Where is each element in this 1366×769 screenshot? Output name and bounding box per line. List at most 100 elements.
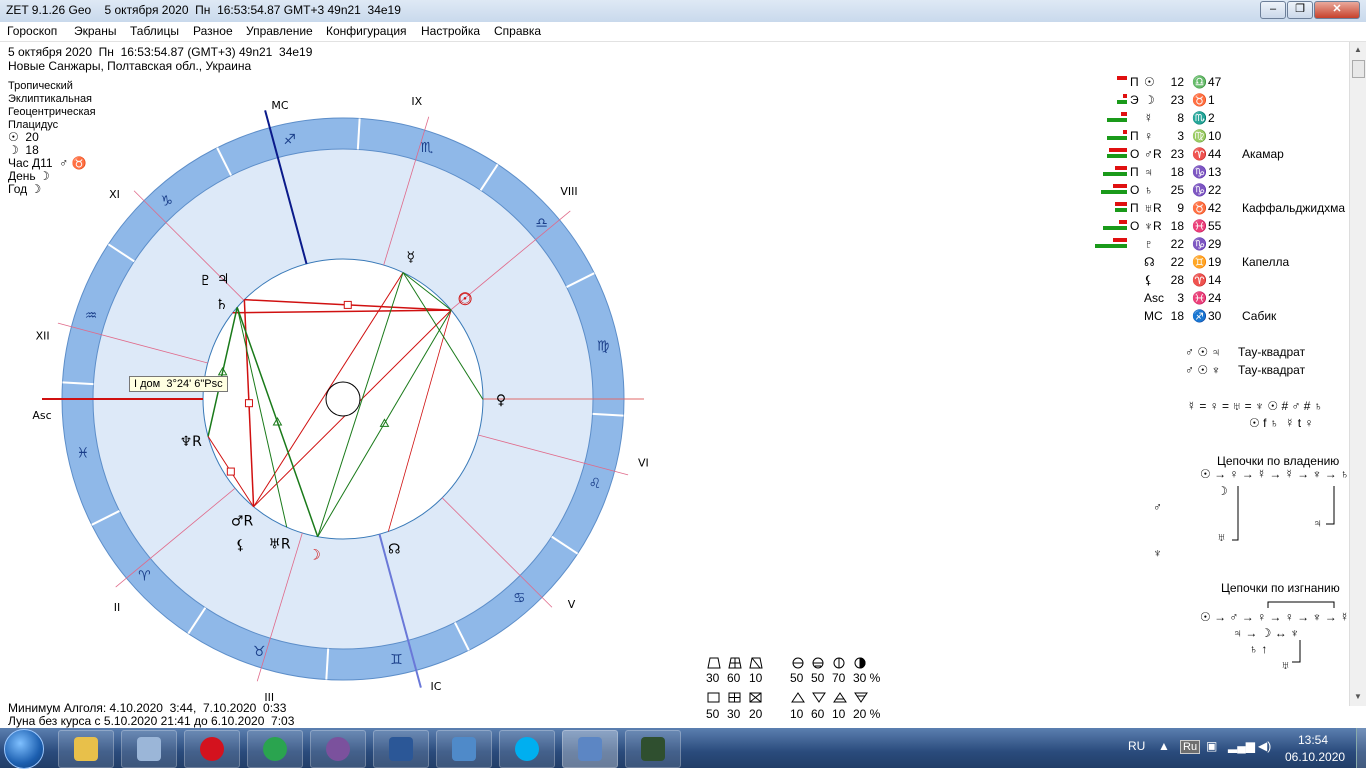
planet-symbol: ♃	[1144, 165, 1153, 179]
void-of-course-moon: Луна без курса с 5.10.2020 21:41 до 6.10…	[8, 714, 295, 728]
planet-row: П ♃ 18 ♑ 13	[1090, 164, 1350, 182]
menu-configuration[interactable]: Конфигурация	[326, 24, 407, 38]
planet-minutes: 10	[1208, 129, 1222, 143]
close-button[interactable]: ✕	[1314, 1, 1360, 19]
house-number-label: IX	[411, 95, 422, 108]
planet-prefix: П	[1130, 165, 1139, 179]
menu-tables[interactable]: Таблицы	[130, 24, 179, 38]
zodiac-sign-glyph: ♐	[283, 132, 296, 148]
stat-value: 10	[790, 707, 804, 721]
natal-chart-wheel[interactable]: ♈♉♊♋♌♍♎♏♐♑♒♓IIIIIVVIVIIIIXXIXIIAscMCIC☉☽…	[0, 42, 680, 722]
weakness-bar	[1123, 94, 1127, 98]
menu-control[interactable]: Управление	[246, 24, 313, 38]
start-button[interactable]	[4, 729, 44, 769]
weakness-bar	[1123, 130, 1127, 134]
menu-horoscope[interactable]: Гороскоп	[7, 24, 57, 38]
menu-settings[interactable]: Настройка	[421, 24, 480, 38]
signal-icon[interactable]: ▂▄▆	[1228, 739, 1255, 753]
stat-value: 50	[706, 707, 720, 721]
config-glyphs-2: ♂ ☉ ♆	[1185, 363, 1221, 377]
planet-degree: 8	[1177, 111, 1184, 125]
minimize-button[interactable]: –	[1260, 1, 1286, 19]
viber-icon	[326, 737, 350, 761]
clock-date[interactable]: 06.10.2020	[1285, 750, 1345, 764]
menu-screens[interactable]: Экраны	[74, 24, 116, 38]
weakness-bar	[1117, 76, 1127, 80]
taskbar-app-calculator[interactable]	[121, 730, 177, 768]
volume-icon[interactable]: ◀)	[1258, 739, 1271, 753]
weakness-bar	[1109, 148, 1127, 152]
fixed-star: Каффальджидхма	[1242, 201, 1345, 215]
maximize-button[interactable]: ❐	[1287, 1, 1313, 19]
config-glyphs-1: ♂ ☉ ♃	[1185, 345, 1221, 359]
planet-row: О ♆R 18 ♓ 55	[1090, 218, 1350, 236]
planet-degree: 23	[1170, 93, 1184, 107]
neptune-glyph: ♆R	[180, 434, 203, 450]
scroll-up-icon[interactable]: ▲	[1354, 45, 1362, 54]
taskbar-app-skype[interactable]	[499, 730, 555, 768]
planet-minutes: 29	[1208, 237, 1222, 251]
menu-misc[interactable]: Разное	[193, 24, 233, 38]
show-desktop-button[interactable]	[1356, 728, 1366, 768]
planet-row: ♇ 22 ♑ 29	[1090, 236, 1350, 254]
moon-glyph: ☽	[308, 547, 321, 563]
planet-minutes: 14	[1208, 273, 1222, 287]
keyboard-layout-icon[interactable]: Ru	[1180, 740, 1201, 754]
zodiac-sign-glyph: ♋	[513, 591, 526, 607]
stat-value: 30	[727, 707, 741, 721]
stat-value: 30 %	[853, 671, 881, 685]
planet-prefix: О	[1130, 219, 1140, 233]
planet-symbol: Asc	[1144, 291, 1165, 305]
planet-degree: 22	[1170, 237, 1184, 251]
planet-sign: ♐	[1192, 309, 1207, 323]
planet-sign: ♑	[1192, 237, 1207, 251]
taskbar-app-opera[interactable]	[184, 730, 240, 768]
planet-symbol: ☊	[1144, 255, 1155, 269]
tray-expand-icon[interactable]: ▲	[1158, 739, 1170, 753]
planet-prefix: П	[1130, 75, 1139, 89]
zet-icon	[578, 737, 602, 761]
strength-bar	[1103, 172, 1127, 176]
taskbar-app-control-panel[interactable]	[436, 730, 492, 768]
taskbar-app-terminal[interactable]	[625, 730, 681, 768]
config-name-2: Тау-квадрат	[1238, 363, 1306, 377]
planet-minutes: 30	[1208, 309, 1222, 323]
house-number-label: V	[568, 598, 576, 611]
house-number-label: VIII	[560, 185, 577, 198]
zodiac-sign-glyph: ♎	[535, 216, 548, 232]
taskbar-app-zet[interactable]	[562, 730, 618, 768]
vertical-scrollbar[interactable]: ▲ ▼	[1349, 42, 1366, 706]
control-panel-icon	[452, 737, 476, 761]
strength-bar	[1107, 136, 1127, 140]
taskbar-app-chrome[interactable]	[247, 730, 303, 768]
weakness-bar	[1115, 166, 1127, 170]
clock-time[interactable]: 13:54	[1298, 733, 1328, 747]
scroll-thumb[interactable]	[1352, 60, 1365, 78]
language-indicator[interactable]: RU	[1128, 739, 1145, 753]
planet-minutes: 22	[1208, 183, 1222, 197]
planet-prefix: Э	[1130, 93, 1139, 107]
menu-help[interactable]: Справка	[494, 24, 541, 38]
taskbar-app-word[interactable]	[373, 730, 429, 768]
clipboard-icon[interactable]: ▣	[1206, 739, 1217, 753]
zodiac-sign-glyph: ♍	[597, 339, 610, 355]
mars-glyph: ♂R	[231, 514, 254, 530]
planet-row: О ♄ 25 ♑ 22	[1090, 182, 1350, 200]
planet-row: ⚸ 28 ♈ 14	[1090, 272, 1350, 290]
planet-symbol: ♄	[1144, 183, 1153, 197]
planet-degree: 3	[1177, 129, 1184, 143]
terminal-icon	[641, 737, 665, 761]
planet-prefix: О	[1130, 183, 1140, 197]
scroll-down-icon[interactable]: ▼	[1354, 692, 1362, 701]
taskbar-app-viber[interactable]	[310, 730, 366, 768]
chrome-icon	[263, 737, 287, 761]
planet-prefix: П	[1130, 129, 1139, 143]
weakness-bar	[1121, 112, 1127, 116]
mercury-glyph: ☿	[406, 249, 415, 265]
planet-degree: 9	[1177, 201, 1184, 215]
chart-center	[325, 381, 361, 417]
house-tooltip: I дом 3°24' 6"Psc	[129, 376, 228, 392]
planet-minutes: 1	[1208, 93, 1215, 107]
calculator-icon	[137, 737, 161, 761]
taskbar-app-explorer[interactable]	[58, 730, 114, 768]
